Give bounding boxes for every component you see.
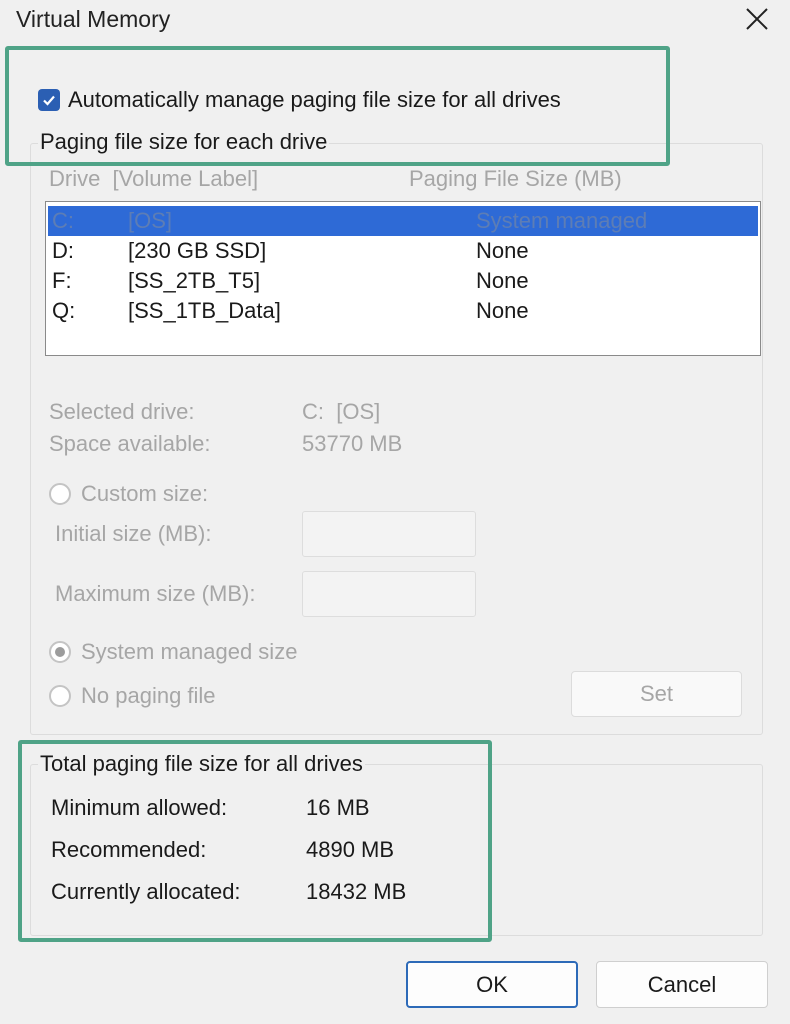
initial-size-field[interactable] [302, 511, 476, 557]
paging-size: None [476, 238, 529, 263]
system-managed-radio[interactable] [49, 641, 71, 663]
drive-letter: D: [52, 238, 74, 263]
volume-label: [SS_1TB_Data] [128, 298, 281, 323]
drive-letter: C: [52, 208, 74, 233]
space-available-value: 53770 MB [302, 431, 403, 456]
system-managed-label[interactable]: System managed size [81, 639, 297, 665]
space-available-label: Space available: [49, 431, 211, 456]
highlight-box-totals [18, 740, 492, 942]
column-header-drive: Drive [Volume Label] [49, 166, 259, 191]
volume-label: [230 GB SSD] [128, 238, 267, 263]
paging-size: None [476, 268, 529, 293]
set-button[interactable]: Set [571, 671, 742, 717]
window-title: Virtual Memory [16, 6, 171, 32]
custom-size-radio[interactable] [49, 483, 71, 505]
no-paging-file-radio[interactable] [49, 685, 71, 707]
ok-button[interactable]: OK [406, 961, 578, 1008]
list-item[interactable]: C: [OS] System managed [48, 206, 758, 236]
highlight-box-auto-manage [5, 46, 670, 166]
volume-label: [SS_2TB_T5] [128, 268, 261, 293]
selected-drive-value: C: [OS] [302, 399, 381, 424]
initial-size-label: Initial size (MB): [55, 521, 212, 546]
custom-size-label[interactable]: Custom size: [81, 481, 208, 507]
drive-letter: Q: [52, 298, 76, 323]
list-item[interactable]: D: [230 GB SSD] None [48, 236, 758, 266]
cancel-button[interactable]: Cancel [596, 961, 768, 1008]
selected-drive-label: Selected drive: [49, 399, 195, 424]
drive-letter: F: [52, 268, 72, 293]
column-header-size: Paging File Size (MB) [409, 166, 622, 191]
maximum-size-label: Maximum size (MB): [55, 581, 256, 606]
close-icon[interactable] [740, 2, 774, 36]
maximum-size-field[interactable] [302, 571, 476, 617]
volume-label: [OS] [128, 208, 173, 233]
drive-list[interactable]: C: [OS] System managed D: [230 GB SSD] N… [45, 201, 761, 356]
list-item[interactable]: Q: [SS_1TB_Data] None [48, 296, 758, 326]
paging-size: None [476, 298, 529, 323]
no-paging-file-label[interactable]: No paging file [81, 683, 216, 709]
paging-size: System managed [476, 208, 648, 233]
list-item[interactable]: F: [SS_2TB_T5] None [48, 266, 758, 296]
